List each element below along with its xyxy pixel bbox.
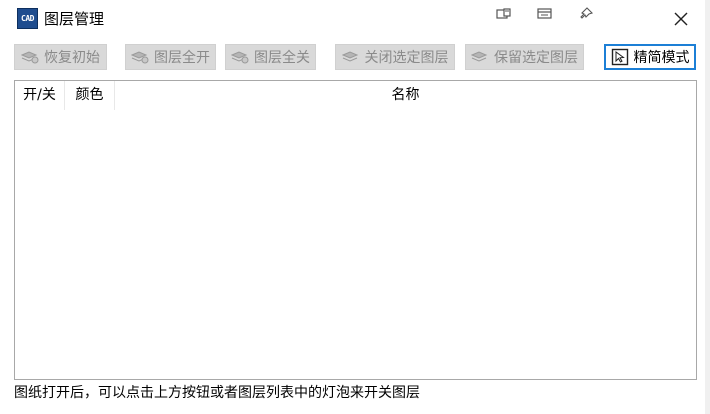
close-selected-layers-label: 关闭选定图层 bbox=[364, 50, 449, 66]
column-header-name[interactable]: 名称 bbox=[115, 81, 696, 110]
layer-list[interactable]: 开/关 颜色 名称 bbox=[14, 80, 697, 380]
keep-selected-layers-label: 保留选定图层 bbox=[494, 50, 578, 66]
toolbar: 恢复初始 图层全开 图层全关 关闭选定图层 保留选定图层 精简模式 bbox=[0, 40, 710, 76]
restore-window-icon[interactable] bbox=[495, 6, 513, 22]
column-header-color[interactable]: 颜色 bbox=[65, 81, 115, 110]
pin-icon[interactable] bbox=[577, 6, 595, 22]
layers-icon bbox=[471, 51, 488, 62]
close-selected-layers-button[interactable]: 关闭选定图层 bbox=[335, 44, 455, 70]
column-header-toggle[interactable]: 开/关 bbox=[15, 81, 65, 110]
window-title: 图层管理 bbox=[44, 10, 105, 28]
compact-mode-button[interactable]: 精简模式 bbox=[604, 44, 696, 70]
all-layers-off-label: 图层全关 bbox=[254, 50, 310, 66]
all-layers-on-button[interactable]: 图层全开 bbox=[125, 44, 216, 70]
layers-icon bbox=[21, 51, 39, 64]
window-edge bbox=[705, 0, 710, 414]
status-text: 图纸打开后，可以点击上方按钮或者图层列表中的灯泡来开关图层 bbox=[14, 385, 420, 401]
close-icon[interactable] bbox=[671, 9, 691, 29]
compact-mode-icon bbox=[611, 48, 628, 66]
layers-icon bbox=[131, 51, 149, 64]
restore-initial-button[interactable]: 恢复初始 bbox=[14, 44, 107, 70]
all-layers-off-button[interactable]: 图层全关 bbox=[225, 44, 316, 70]
layers-icon bbox=[231, 51, 249, 64]
keep-selected-layers-button[interactable]: 保留选定图层 bbox=[465, 44, 584, 70]
minimize-window-icon[interactable] bbox=[536, 6, 554, 22]
title-bar: CAD 图层管理 bbox=[0, 0, 710, 38]
all-layers-on-label: 图层全开 bbox=[154, 50, 210, 66]
compact-mode-label: 精简模式 bbox=[633, 50, 690, 66]
layer-list-header: 开/关 颜色 名称 bbox=[15, 81, 696, 110]
layers-icon bbox=[341, 51, 358, 62]
restore-initial-label: 恢复初始 bbox=[44, 50, 100, 66]
app-logo-icon: CAD bbox=[17, 8, 38, 29]
